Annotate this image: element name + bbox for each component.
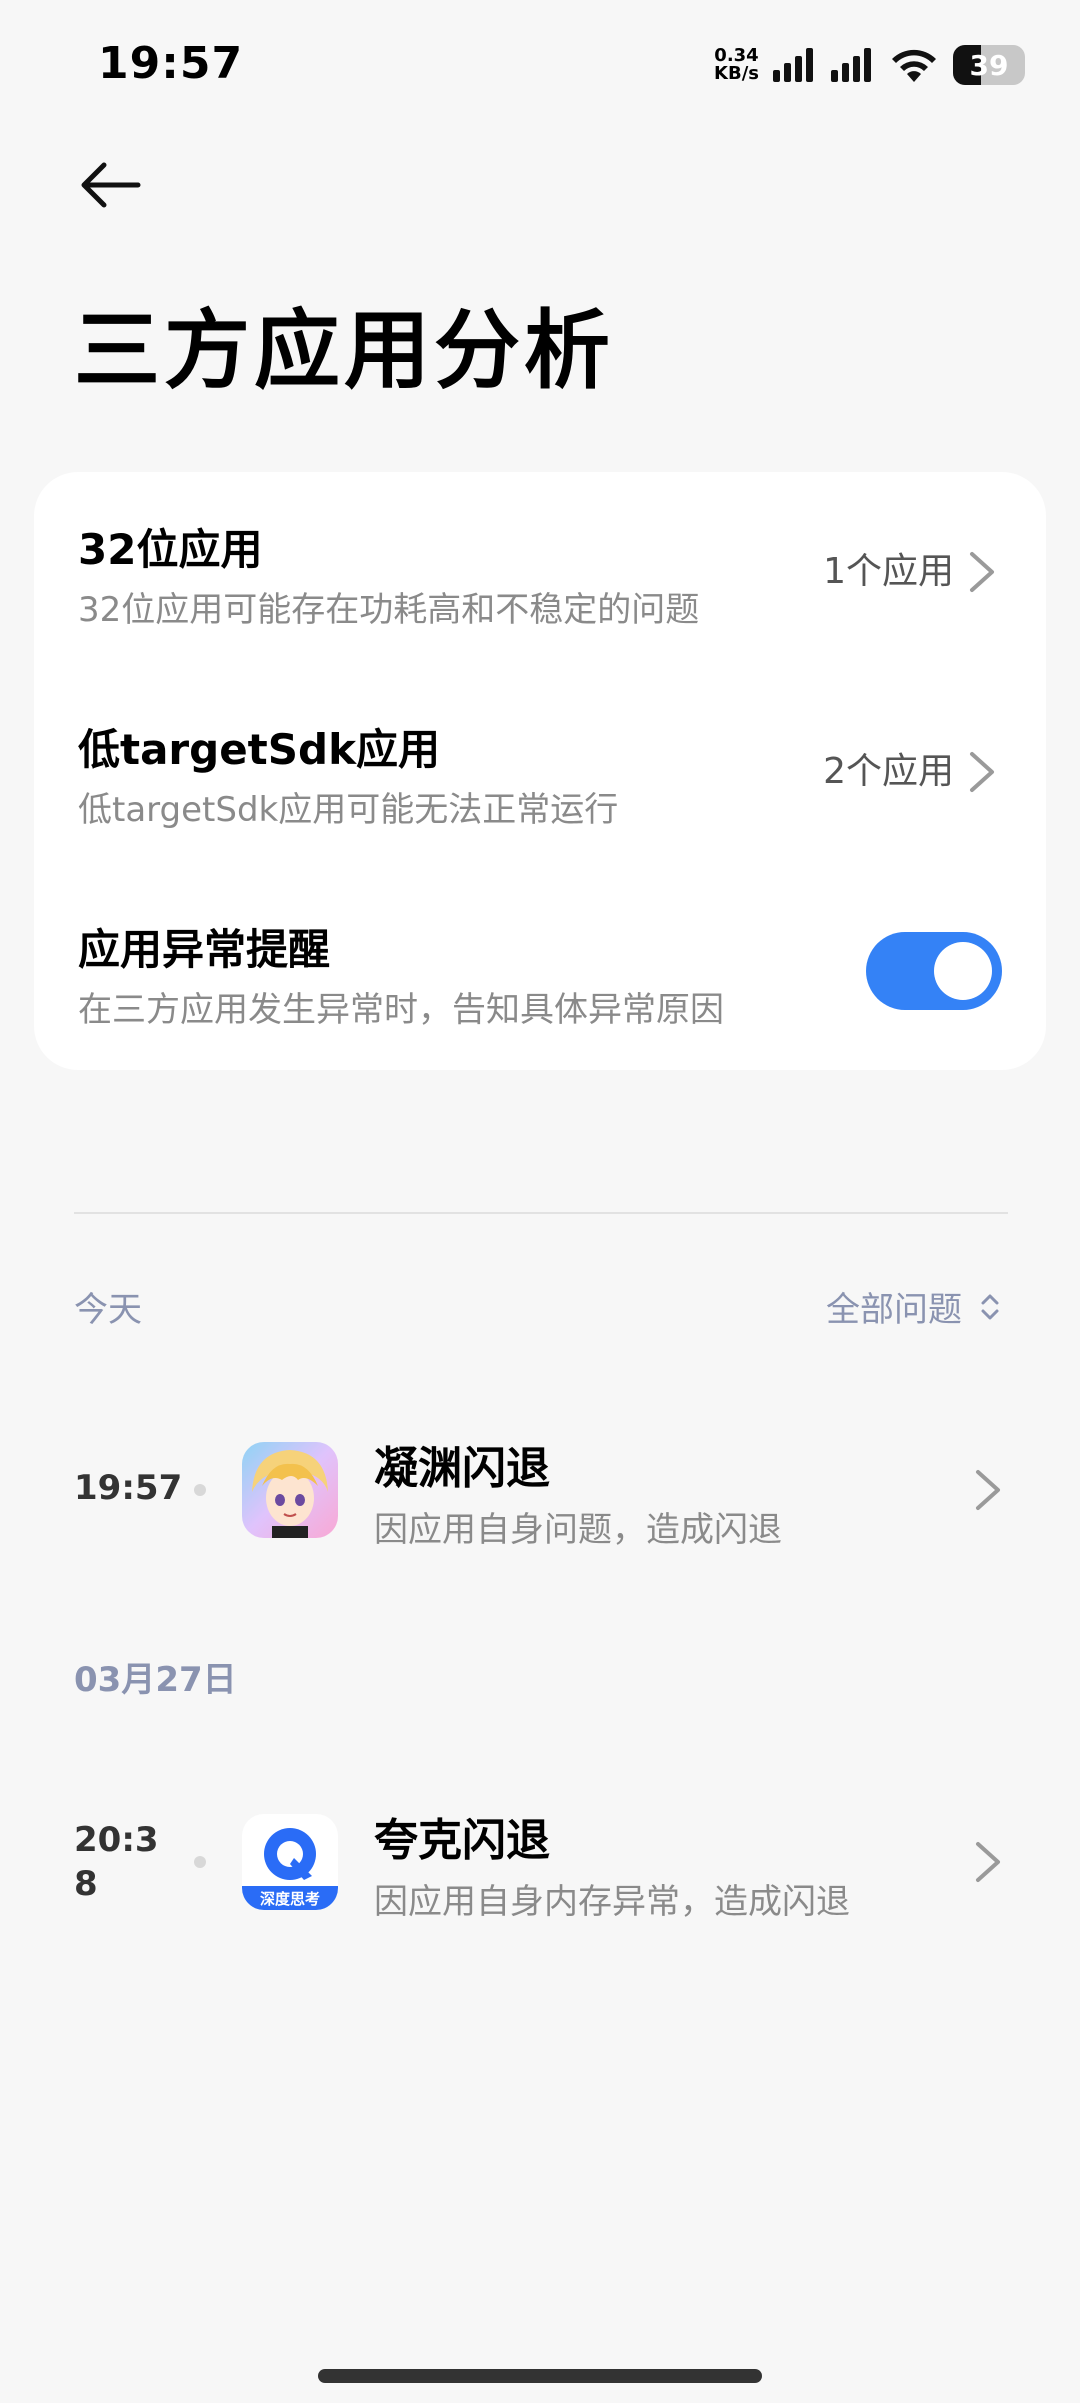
crash-desc: 因应用自身内存异常，造成闪退 bbox=[374, 1882, 850, 1922]
chevron-right-icon bbox=[976, 1470, 1000, 1510]
anime-character-app-icon bbox=[242, 1442, 338, 1538]
sort-chevrons-icon bbox=[981, 1294, 999, 1319]
crash-time: 20:3 8 bbox=[74, 1820, 159, 1904]
back-arrow-icon bbox=[81, 162, 141, 208]
section-date-0327: 03月27日 bbox=[74, 1660, 237, 1700]
settings-card: 32位应用 32位应用可能存在功耗高和不稳定的问题 1个应用 低targetSd… bbox=[34, 472, 1046, 1070]
setting-low-target-sdk-apps[interactable]: 低targetSdk应用 低targetSdk应用可能无法正常运行 2个应用 bbox=[34, 672, 1046, 872]
network-speed: 0.34 KB/s bbox=[714, 47, 759, 83]
setting-title: 应用异常提醒 bbox=[78, 925, 331, 974]
home-indicator[interactable] bbox=[318, 2369, 762, 2383]
filter-label: 全部问题 bbox=[826, 1290, 962, 1330]
setting-title: 32位应用 bbox=[78, 525, 263, 574]
chevron-right-icon bbox=[976, 1842, 1000, 1882]
crash-time: 19:57 bbox=[74, 1468, 183, 1508]
setting-value: 2个应用 bbox=[823, 751, 954, 792]
chevron-right-icon bbox=[970, 552, 994, 592]
back-button[interactable] bbox=[72, 150, 148, 220]
status-bar: 19:57 0.34 KB/s 39 bbox=[0, 0, 1080, 130]
network-speed-unit: KB/s bbox=[714, 63, 759, 84]
setting-desc: 低targetSdk应用可能无法正常运行 bbox=[78, 790, 619, 830]
issue-filter-dropdown[interactable]: 全部问题 bbox=[826, 1282, 1000, 1331]
signal-icon-2 bbox=[831, 48, 871, 82]
setting-value: 1个应用 bbox=[823, 551, 954, 592]
quark-app-icon: 深度思考 bbox=[242, 1814, 338, 1910]
toggle-knob bbox=[934, 942, 992, 1000]
battery-level: 39 bbox=[969, 48, 1009, 82]
crash-record[interactable]: 20:3 8 深度思考 夸克闪退 因应用自身内存异常，造成闪退 bbox=[0, 1762, 1080, 1962]
setting-app-crash-alert: 应用异常提醒 在三方应用发生异常时，告知具体异常原因 bbox=[34, 872, 1046, 1072]
quark-icon-badge: 深度思考 bbox=[260, 1890, 320, 1908]
setting-desc: 在三方应用发生异常时，告知具体异常原因 bbox=[78, 990, 724, 1030]
page-title: 三方应用分析 bbox=[74, 301, 614, 401]
section-date-today: 今天 bbox=[74, 1290, 142, 1330]
chevron-right-icon bbox=[970, 752, 994, 792]
timeline-dot bbox=[194, 1856, 206, 1868]
timeline-dot bbox=[194, 1484, 206, 1496]
battery-icon: 39 bbox=[953, 45, 1025, 85]
setting-32bit-apps[interactable]: 32位应用 32位应用可能存在功耗高和不稳定的问题 1个应用 bbox=[34, 472, 1046, 672]
crash-desc: 因应用自身问题，造成闪退 bbox=[374, 1510, 782, 1550]
crash-title: 夸克闪退 bbox=[374, 1815, 550, 1866]
crash-record[interactable]: 19:57 凝渊闪退 因应用自身问题，造成闪退 bbox=[0, 1390, 1080, 1590]
wifi-icon bbox=[892, 49, 936, 82]
signal-icon bbox=[773, 48, 813, 82]
status-time: 19:57 bbox=[98, 38, 244, 89]
divider bbox=[74, 1212, 1008, 1214]
crash-alert-toggle[interactable] bbox=[866, 932, 1002, 1010]
status-icons: 0.34 KB/s 39 bbox=[714, 40, 1025, 90]
crash-title: 凝渊闪退 bbox=[374, 1443, 550, 1494]
setting-desc: 32位应用可能存在功耗高和不稳定的问题 bbox=[78, 590, 700, 630]
setting-title: 低targetSdk应用 bbox=[78, 725, 441, 774]
